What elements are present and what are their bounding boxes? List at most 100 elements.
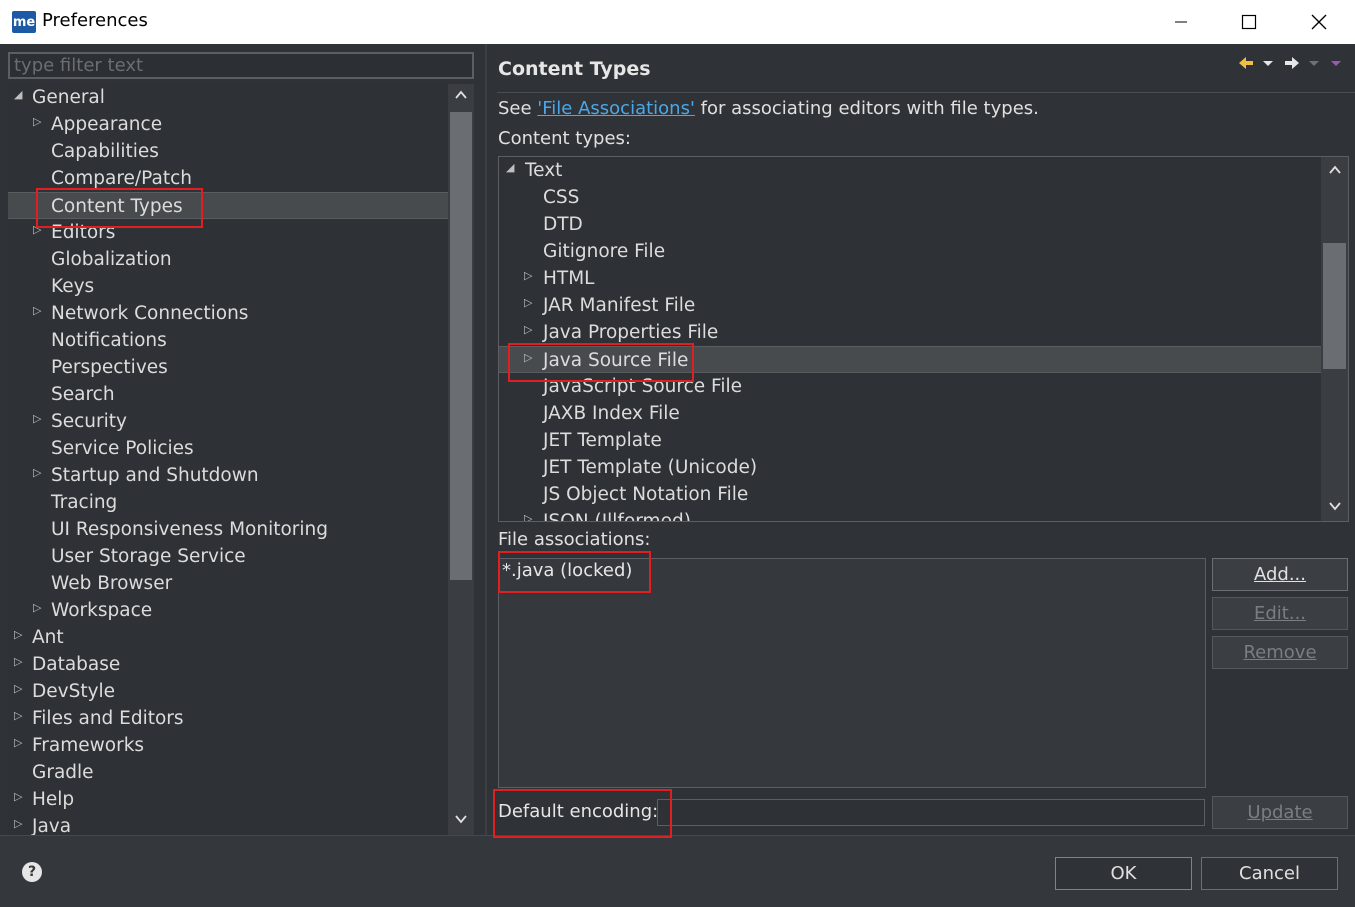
edit-button[interactable]: Edit...	[1212, 597, 1348, 630]
collapsed-twisty-icon[interactable]: ▷	[33, 405, 41, 432]
sidebar-item[interactable]: Compare/Patch	[8, 165, 448, 192]
file-associations-link[interactable]: 'File Associations'	[537, 98, 695, 119]
sidebar-item[interactable]: ▷ Security	[8, 408, 448, 435]
content-type-item[interactable]: DTD	[499, 211, 1321, 238]
sidebar-item[interactable]: ▷ Appearance	[8, 111, 448, 138]
collapsed-twisty-icon[interactable]: ▷	[524, 505, 532, 521]
help-icon[interactable]: ?	[22, 862, 42, 882]
collapsed-twisty-icon[interactable]: ▷	[14, 648, 22, 675]
scroll-up-icon[interactable]	[448, 88, 474, 106]
sidebar-item[interactable]: Web Browser	[8, 570, 448, 597]
close-icon[interactable]	[1284, 0, 1354, 44]
sidebar-item[interactable]: Tracing	[8, 489, 448, 516]
sidebar-item-label: Workspace	[51, 600, 153, 621]
content-type-item[interactable]: ▷ JSON (Illformed)	[499, 505, 1321, 521]
sidebar-item[interactable]: Search	[8, 381, 448, 408]
sidebar-item[interactable]: ◢ General	[8, 84, 448, 111]
sidebar-item[interactable]: Globalization	[8, 246, 448, 273]
collapsed-twisty-icon[interactable]: ▷	[33, 216, 41, 243]
sidebar-item[interactable]: Gradle	[8, 759, 448, 786]
back-menu-icon[interactable]	[1262, 55, 1274, 74]
filter-input[interactable]: type filter text	[8, 52, 474, 79]
sidebar-item[interactable]: Content Types	[8, 192, 448, 219]
sidebar-item[interactable]: User Storage Service	[8, 543, 448, 570]
forward-menu-icon[interactable]	[1308, 55, 1320, 74]
content-type-label: JS Object Notation File	[543, 484, 749, 505]
sidebar-item-label: General	[32, 87, 105, 108]
content-type-item[interactable]: ▷ JAR Manifest File	[499, 292, 1321, 319]
ok-button[interactable]: OK	[1055, 857, 1192, 890]
collapsed-twisty-icon[interactable]: ▷	[14, 621, 22, 648]
forward-arrow-icon[interactable]	[1284, 55, 1300, 74]
content-type-label: HTML	[543, 268, 595, 289]
content-types-tree: ◢ Text CSS DTD Gitignore File ▷ HTML ▷ JAR Manif…	[498, 156, 1349, 522]
content-type-item[interactable]: ▷ Java Source File	[499, 346, 1321, 373]
content-type-item[interactable]: ▷ HTML	[499, 265, 1321, 292]
content-type-item[interactable]: JET Template	[499, 427, 1321, 454]
collapsed-twisty-icon[interactable]: ▷	[14, 783, 22, 810]
content-type-item[interactable]: JavaScript Source File	[499, 373, 1321, 400]
collapsed-twisty-icon[interactable]: ▷	[524, 344, 532, 371]
minimize-icon[interactable]	[1146, 0, 1216, 44]
file-associations-list	[498, 558, 1206, 788]
collapsed-twisty-icon[interactable]: ▷	[14, 810, 22, 835]
scroll-down-icon[interactable]	[448, 812, 474, 830]
collapsed-twisty-icon[interactable]: ▷	[14, 729, 22, 756]
sidebar-item[interactable]: Capabilities	[8, 138, 448, 165]
collapsed-twisty-icon[interactable]: ▷	[33, 594, 41, 621]
sidebar-item[interactable]: Perspectives	[8, 354, 448, 381]
collapsed-twisty-icon[interactable]: ▷	[33, 297, 41, 324]
scroll-down-icon[interactable]	[1321, 499, 1348, 517]
sidebar-item[interactable]: ▷ Startup and Shutdown	[8, 462, 448, 489]
sidebar-item[interactable]: Notifications	[8, 327, 448, 354]
see-description: See 'File Associations' for associating …	[498, 98, 1039, 119]
sidebar-item-label: Web Browser	[51, 573, 173, 594]
view-menu-icon[interactable]	[1330, 55, 1342, 74]
collapsed-twisty-icon[interactable]: ▷	[524, 289, 532, 316]
sidebar-item[interactable]: ▷ Files and Editors	[8, 705, 448, 732]
sidebar-item-label: Perspectives	[51, 357, 168, 378]
sidebar-scrollbar[interactable]	[448, 84, 474, 835]
scroll-up-icon[interactable]	[1321, 163, 1348, 181]
sidebar-item[interactable]: Keys	[8, 273, 448, 300]
scrollbar-thumb[interactable]	[450, 112, 472, 580]
content-type-item[interactable]: ▷ Java Properties File	[499, 319, 1321, 346]
update-button[interactable]: Update	[1212, 796, 1348, 829]
expanded-twisty-icon[interactable]: ◢	[14, 84, 22, 108]
content-type-item[interactable]: ◢ Text	[499, 157, 1321, 184]
expanded-twisty-icon[interactable]: ◢	[506, 157, 514, 181]
collapsed-twisty-icon[interactable]: ▷	[14, 702, 22, 729]
maximize-icon[interactable]	[1214, 0, 1284, 44]
sidebar-item[interactable]: ▷ Java	[8, 813, 448, 835]
content-type-item[interactable]: JET Template (Unicode)	[499, 454, 1321, 481]
sidebar-item-label: Tracing	[51, 492, 118, 513]
remove-button[interactable]: Remove	[1212, 636, 1348, 669]
list-item[interactable]: *.java (locked)	[502, 560, 632, 581]
sidebar-item[interactable]: ▷ Help	[8, 786, 448, 813]
sidebar-item[interactable]: ▷ Workspace	[8, 597, 448, 624]
collapsed-twisty-icon[interactable]: ▷	[33, 108, 41, 135]
content-types-scrollbar[interactable]	[1321, 157, 1348, 521]
cancel-button[interactable]: Cancel	[1201, 857, 1338, 890]
content-type-item[interactable]: Gitignore File	[499, 238, 1321, 265]
sidebar-item[interactable]: ▷ Ant	[8, 624, 448, 651]
back-arrow-icon[interactable]	[1238, 55, 1254, 74]
default-encoding-input[interactable]	[657, 799, 1205, 826]
sidebar-item[interactable]: ▷ DevStyle	[8, 678, 448, 705]
scrollbar-thumb[interactable]	[1323, 243, 1346, 369]
sidebar-item[interactable]: ▷ Frameworks	[8, 732, 448, 759]
content-type-item[interactable]: CSS	[499, 184, 1321, 211]
content-type-item[interactable]: JS Object Notation File	[499, 481, 1321, 508]
collapsed-twisty-icon[interactable]: ▷	[524, 262, 532, 289]
collapsed-twisty-icon[interactable]: ▷	[524, 316, 532, 343]
add-button[interactable]: Add...	[1212, 558, 1348, 591]
content-type-label: Gitignore File	[543, 241, 666, 262]
sidebar-item[interactable]: Service Policies	[8, 435, 448, 462]
sidebar-item[interactable]: ▷ Editors	[8, 219, 448, 246]
content-type-item[interactable]: JAXB Index File	[499, 400, 1321, 427]
sidebar-item[interactable]: ▷ Database	[8, 651, 448, 678]
sidebar-item[interactable]: UI Responsiveness Monitoring	[8, 516, 448, 543]
collapsed-twisty-icon[interactable]: ▷	[33, 459, 41, 486]
sidebar-item[interactable]: ▷ Network Connections	[8, 300, 448, 327]
collapsed-twisty-icon[interactable]: ▷	[14, 675, 22, 702]
